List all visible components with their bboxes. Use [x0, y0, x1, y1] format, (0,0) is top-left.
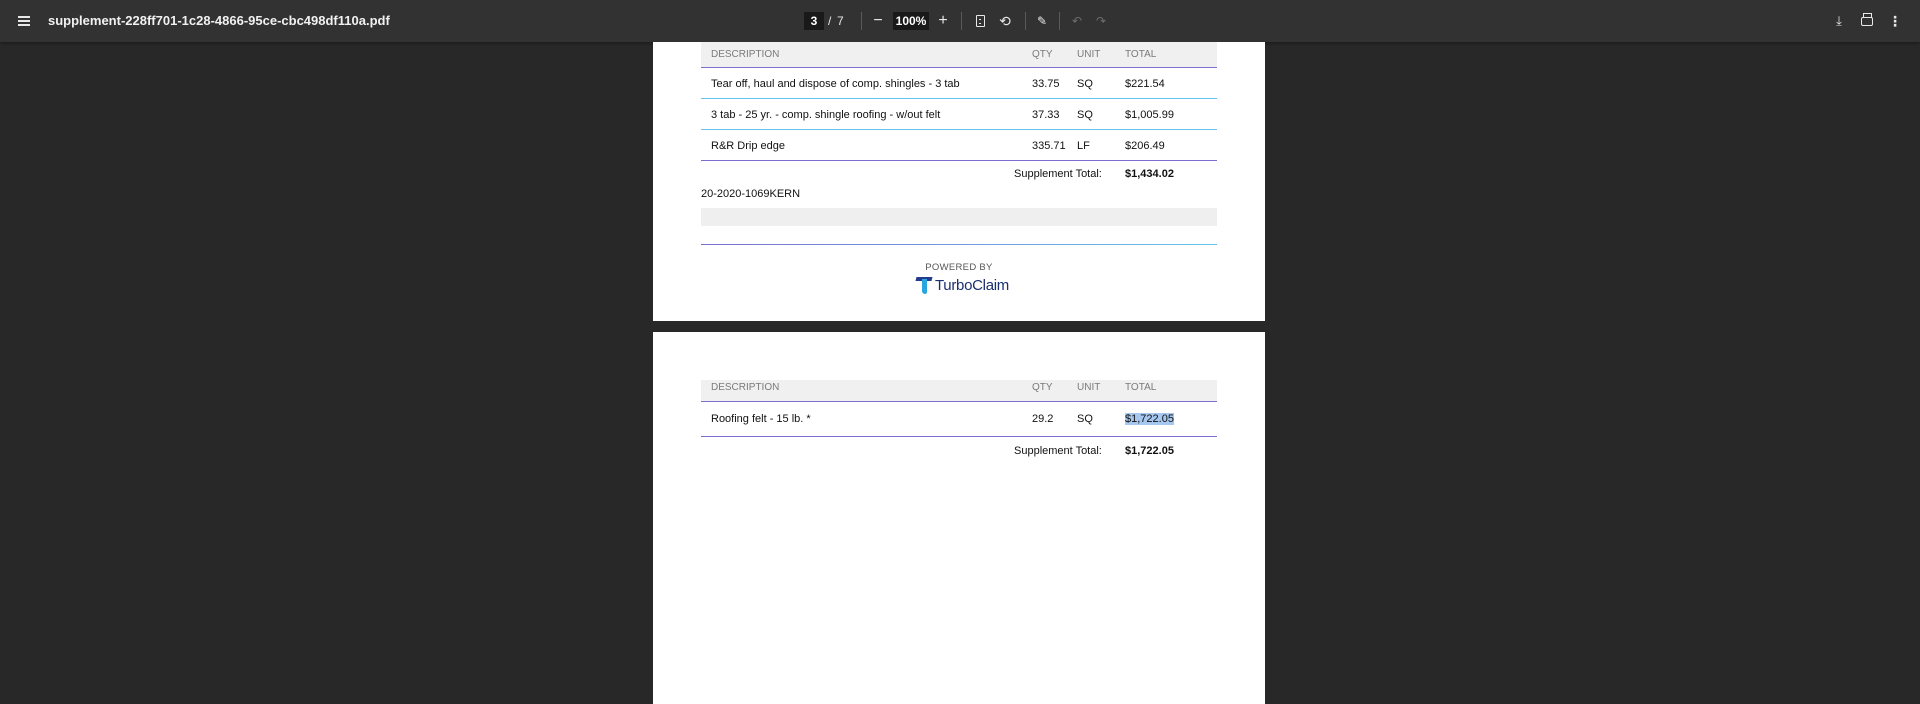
column-header-description: DESCRIPTION — [711, 49, 780, 60]
column-header-total: TOTAL — [1125, 49, 1157, 60]
toolbar-divider — [1025, 12, 1026, 30]
column-header-description: DESCRIPTION — [711, 382, 780, 393]
page-number-input[interactable] — [804, 12, 824, 30]
page-count: 7 — [837, 14, 844, 28]
notes-band — [701, 208, 1217, 226]
turboclaim-logo-icon — [916, 276, 932, 294]
footer-rule — [701, 244, 1217, 245]
row-total: $221.54 — [1125, 78, 1165, 90]
zoom-out-button[interactable]: − — [868, 10, 888, 32]
column-header-qty: QTY — [1032, 382, 1053, 393]
row-unit: LF — [1077, 140, 1090, 152]
file-title: supplement-228ff701-1c28-4866-95ce-cbc49… — [48, 13, 390, 28]
toolbar-divider — [861, 12, 862, 30]
row-qty: 335.71 — [1032, 140, 1066, 152]
table-row: Roofing felt - 15 lb. * 29.2 SQ $1,722.0… — [701, 402, 1217, 437]
download-icon[interactable]: ⤓ — [1828, 10, 1850, 32]
undo-icon[interactable]: ↶ — [1066, 10, 1088, 32]
turboclaim-logo: TurboClaim — [916, 276, 1009, 294]
fit-to-page-icon[interactable] — [969, 10, 991, 32]
supplement-total-row: Supplement Total: $1,434.02 — [701, 168, 1217, 188]
row-total: $1,005.99 — [1125, 109, 1174, 121]
supplement-total-label: Supplement Total: — [1014, 445, 1102, 457]
rotate-icon[interactable]: ⟲ — [994, 10, 1016, 32]
toolbar-divider — [1059, 12, 1060, 30]
pdf-page-3: DESCRIPTION QTY UNIT TOTAL Tear off, hau… — [653, 42, 1265, 321]
row-description: Tear off, haul and dispose of comp. shin… — [711, 78, 960, 90]
zoom-in-button[interactable]: + — [933, 10, 953, 32]
annotate-icon[interactable]: ✎ — [1031, 10, 1053, 32]
row-unit: SQ — [1077, 413, 1093, 425]
redo-icon[interactable]: ↷ — [1090, 10, 1112, 32]
row-description: R&R Drip edge — [711, 140, 785, 152]
row-description: 3 tab - 25 yr. - comp. shingle roofing -… — [711, 109, 941, 121]
page-separator: / — [828, 14, 832, 28]
column-header-unit: UNIT — [1077, 49, 1101, 60]
supplement-total-value: $1,434.02 — [1125, 168, 1174, 180]
table-row: R&R Drip edge 335.71 LF $206.49 — [701, 130, 1217, 161]
row-qty: 37.33 — [1032, 109, 1060, 121]
more-vert-icon[interactable]: ⋮ — [1884, 10, 1906, 32]
table-row: Tear off, haul and dispose of comp. shin… — [701, 68, 1217, 99]
zoom-level-input[interactable] — [893, 12, 929, 30]
toolbar-divider — [961, 12, 962, 30]
row-total-selected[interactable]: $1,722.05 — [1125, 413, 1174, 425]
print-icon[interactable] — [1856, 10, 1878, 32]
brand-name: TurboClaim — [935, 276, 1009, 294]
row-unit: SQ — [1077, 109, 1093, 121]
row-total: $206.49 — [1125, 140, 1165, 152]
row-description: Roofing felt - 15 lb. * — [711, 413, 811, 425]
table-row: 3 tab - 25 yr. - comp. shingle roofing -… — [701, 99, 1217, 130]
pdf-toolbar: supplement-228ff701-1c28-4866-95ce-cbc49… — [0, 0, 1920, 42]
supplement-total-row: Supplement Total: $1,722.05 — [701, 445, 1217, 465]
powered-by-label: POWERED BY — [925, 262, 993, 273]
table-header: DESCRIPTION QTY UNIT TOTAL — [701, 42, 1217, 68]
supplement-total-value: $1,722.05 — [1125, 445, 1174, 457]
menu-icon[interactable] — [12, 8, 36, 34]
column-header-total: TOTAL — [1125, 382, 1157, 393]
row-qty: 29.2 — [1032, 413, 1054, 425]
pdf-page-4: DESCRIPTION QTY UNIT TOTAL Roofing felt … — [653, 332, 1265, 704]
row-unit: SQ — [1077, 78, 1093, 90]
row-qty: 33.75 — [1032, 78, 1060, 90]
column-header-unit: UNIT — [1077, 382, 1101, 393]
supplement-total-label: Supplement Total: — [1014, 168, 1102, 180]
column-header-qty: QTY — [1032, 49, 1053, 60]
table-header: DESCRIPTION QTY UNIT TOTAL — [701, 380, 1217, 402]
claim-id: 20-2020-1069KERN — [701, 188, 801, 200]
